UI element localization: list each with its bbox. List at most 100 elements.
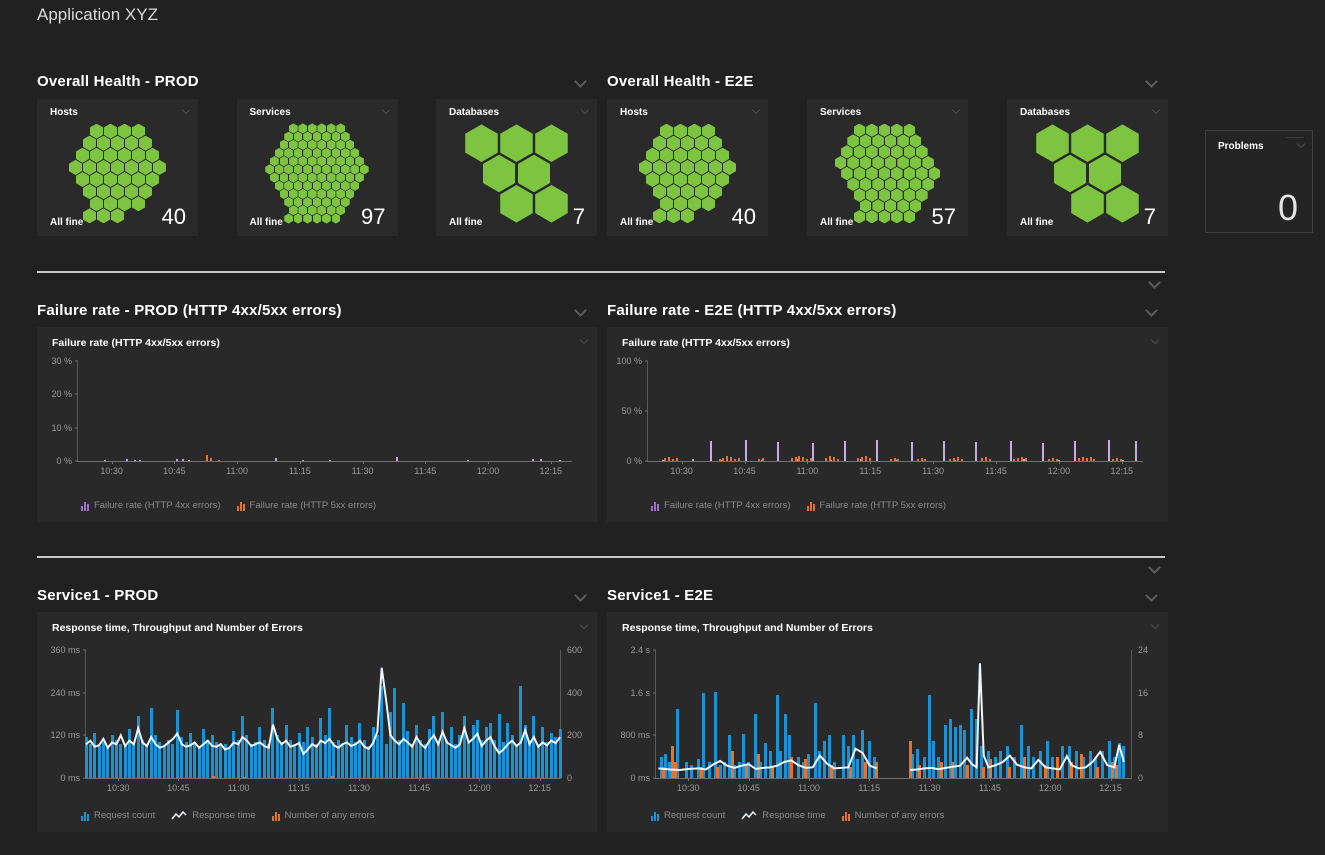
section-title: Overall Health - PROD — [37, 73, 199, 90]
health-tile-prod-databases[interactable]: DatabasesAll fine7 — [436, 99, 597, 236]
health-hexagon-icon — [111, 184, 124, 199]
health-hexagon-icon — [910, 156, 922, 169]
chevron-down-icon[interactable] — [1151, 336, 1159, 344]
data-bar — [897, 459, 899, 462]
chevron-down-icon[interactable] — [1145, 304, 1158, 317]
legend-item[interactable]: Number of any errors — [272, 810, 375, 821]
entity-count: 40 — [732, 206, 756, 228]
health-hexagon-icon — [695, 184, 708, 199]
chevron-down-icon[interactable] — [182, 106, 190, 114]
health-hexagon-icon — [308, 140, 317, 150]
chevron-down-icon[interactable] — [1145, 75, 1158, 88]
chevron-down-icon[interactable] — [1145, 589, 1158, 602]
legend-item[interactable]: Failure rate (HTTP 4xx errors) — [651, 500, 791, 511]
legend-item[interactable]: Failure rate (HTTP 5xx errors) — [807, 500, 947, 511]
legend-item[interactable]: Response time — [171, 810, 255, 821]
entity-count: 97 — [361, 206, 385, 228]
chevron-down-icon[interactable] — [381, 106, 389, 114]
health-hexagon-icon — [866, 145, 878, 158]
legend-item[interactable]: Request count — [651, 810, 725, 821]
chart-legend: Request count Response time Number of any … — [81, 810, 374, 821]
chevron-down-icon[interactable] — [580, 621, 588, 629]
bar-chart-icon — [272, 811, 280, 821]
x-axis-tick-mark — [869, 778, 870, 781]
y-axis-tick-label: 2.4 s — [630, 645, 650, 655]
chevron-down-icon[interactable] — [580, 336, 588, 344]
chart-legend: Failure rate (HTTP 4xx errors) Failure ra… — [651, 500, 946, 511]
health-hexagon-icon — [146, 148, 159, 163]
x-axis-tick-label: 11:45 — [985, 466, 1007, 476]
data-bar — [1058, 460, 1060, 461]
health-hexagon-icon — [146, 172, 159, 187]
data-bar — [1122, 460, 1124, 461]
x-axis-tick-mark — [930, 778, 931, 781]
health-hexagon-icon — [289, 140, 298, 150]
chevron-down-icon[interactable] — [581, 106, 589, 114]
legend-item[interactable]: Response time — [741, 810, 825, 821]
health-tile-e2e-services[interactable]: ServicesAll fine57 — [807, 99, 968, 236]
chevron-down-icon[interactable] — [574, 589, 587, 602]
health-hexagon-icon — [346, 173, 355, 183]
page-title: Application XYZ — [37, 5, 158, 25]
legend-label: Response time — [192, 810, 255, 821]
data-bar — [1082, 457, 1084, 461]
health-hexagon-icon — [83, 136, 96, 151]
health-hexagon-icon — [139, 184, 152, 199]
chevron-down-icon[interactable] — [752, 106, 760, 114]
data-bar — [758, 459, 760, 461]
y-axis-tick-label: 30 % — [51, 356, 72, 366]
divider-line — [37, 556, 1165, 558]
failure-rate-prod-tile[interactable]: Failure rate (HTTP 4xx/5xx errors)0 %10 … — [37, 327, 597, 522]
bar-chart-icon — [81, 811, 89, 821]
health-hexagon-icon — [294, 164, 303, 174]
health-tiles-e2e: HostsAll fine40 ServicesAll fine57 Databas… — [607, 99, 1168, 236]
health-hexagon-icon — [904, 167, 916, 180]
health-hexagon-icon — [854, 124, 866, 137]
health-tile-e2e-hosts[interactable]: HostsAll fine40 — [607, 99, 768, 236]
health-hexagon-icon — [76, 172, 89, 187]
chevron-down-icon[interactable] — [1297, 140, 1305, 148]
tile-title: Databases — [449, 107, 499, 118]
legend-item[interactable]: Failure rate (HTTP 4xx errors) — [81, 500, 221, 511]
data-bar — [134, 460, 136, 462]
data-bar — [861, 457, 863, 461]
service1-e2e-tile[interactable]: Response time, Throughput and Number of … — [607, 612, 1168, 832]
x-axis-tick-label: 11:45 — [414, 466, 436, 476]
data-bar — [791, 458, 793, 461]
health-tile-e2e-databases[interactable]: DatabasesAll fine7 — [1007, 99, 1168, 236]
legend-item[interactable]: Request count — [81, 810, 155, 821]
health-hexagon-icon — [904, 124, 916, 137]
section-title: Overall Health - E2E — [607, 73, 754, 90]
chevron-down-icon[interactable] — [1152, 106, 1160, 114]
chevron-down-icon[interactable] — [574, 304, 587, 317]
tile-header: Services — [820, 107, 959, 118]
legend-item[interactable]: Number of any errors — [842, 810, 945, 821]
health-hexagon-icon — [872, 178, 884, 191]
health-hexagon-icon — [866, 167, 878, 180]
health-hexagon-icon — [317, 123, 326, 133]
chevron-down-icon[interactable] — [1148, 276, 1161, 289]
x-axis-tick-label: 11:45 — [979, 783, 1001, 793]
health-hexagon-icon — [866, 188, 878, 201]
health-hexagon-icon — [847, 134, 859, 147]
health-tile-prod-services[interactable]: ServicesAll fine97 — [237, 99, 398, 236]
chevron-down-icon[interactable] — [1148, 561, 1161, 574]
service1-prod-tile[interactable]: Response time, Throughput and Number of … — [37, 612, 597, 832]
health-tile-prod-hosts[interactable]: HostsAll fine40 — [37, 99, 198, 236]
chevron-down-icon[interactable] — [1151, 621, 1159, 629]
failure-rate-e2e-tile[interactable]: Failure rate (HTTP 4xx/5xx errors)0 %50 … — [607, 327, 1168, 522]
chart-tile-title: Response time, Throughput and Number of … — [52, 622, 303, 634]
chevron-down-icon[interactable] — [574, 75, 587, 88]
data-bar — [1010, 441, 1012, 461]
health-hexagon-icon — [929, 167, 941, 180]
health-hexagon-icon — [360, 164, 369, 174]
data-bar — [837, 459, 839, 462]
problems-tile[interactable]: Problems 0 — [1205, 130, 1313, 233]
chevron-down-icon[interactable] — [952, 106, 960, 114]
health-hexagon-icon — [104, 148, 117, 163]
status-label: All fine — [449, 217, 482, 228]
health-hexagon-icon — [313, 181, 322, 191]
legend-item[interactable]: Failure rate (HTTP 5xx errors) — [237, 500, 377, 511]
health-hexagon-icon — [298, 156, 307, 166]
health-hexagon-icon — [1054, 155, 1087, 193]
